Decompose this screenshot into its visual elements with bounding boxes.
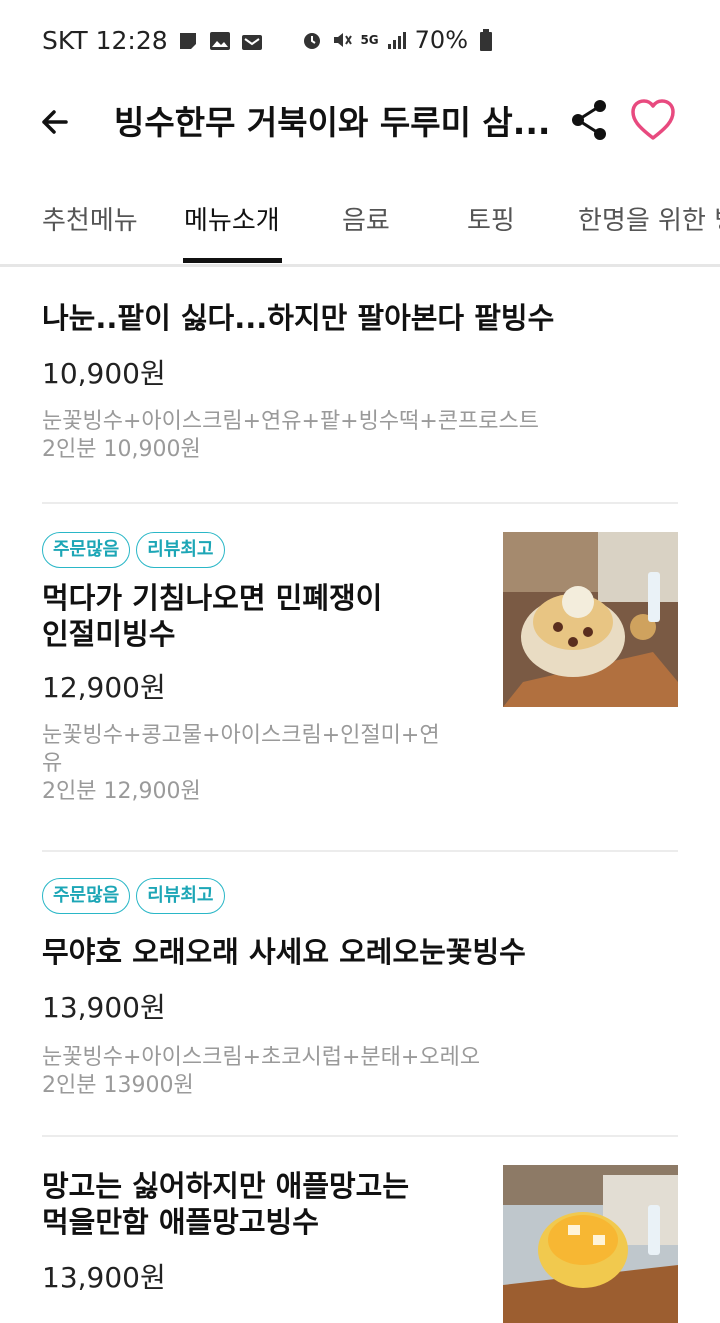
menu-item-price: 13,900원	[42, 991, 166, 1024]
tab-menu-intro[interactable]: 메뉴소개	[184, 200, 280, 237]
menu-item-serving: 2인분 10,900원	[42, 437, 201, 462]
tab-recommended[interactable]: 추천메뉴	[42, 200, 138, 237]
menu-item-oreo[interactable]: 주문많음 리뷰최고 무야호 오래오래 사세요 오레오눈꽃빙수 13,900원 눈…	[42, 878, 678, 1100]
page-title: 빙수한무 거북이와 두루미 삼...	[114, 103, 551, 142]
tab-single[interactable]: 한명을 위한 빙	[578, 200, 720, 237]
badge-group: 주문많음 리뷰최고	[42, 878, 678, 914]
menu-item-description: 눈꽃빙수+아이스크림+초코시럽+분태+오레오	[42, 1045, 481, 1070]
menu-item-description: 눈꽃빙수+아이스크림+연유+팥+빙수떡+콘프로스트	[42, 409, 539, 434]
menu-item-name: 무야호 오래오래 사세요 오레오눈꽃빙수	[42, 935, 526, 969]
menu-item-description: 눈꽃빙수+콩고물+아이스크림+인절미+연 유	[42, 723, 440, 776]
tab-toppings[interactable]: 토핑	[467, 200, 515, 237]
menu-item-red-bean[interactable]: 나눈..팥이 싫다...하지만 팔아본다 팥빙수 10,900원 눈꽃빙수+아이…	[42, 300, 678, 464]
active-tab-indicator	[183, 258, 282, 263]
signal-icon	[385, 28, 409, 52]
divider	[42, 1135, 678, 1137]
battery-level: 70%	[414, 26, 468, 54]
back-button[interactable]	[36, 100, 80, 144]
divider	[42, 502, 678, 504]
status-bar: SKT 12:28 5G 70%	[0, 0, 720, 84]
mail-icon	[240, 29, 264, 53]
badge-group: 주문많음 리뷰최고	[42, 532, 472, 568]
share-icon	[572, 100, 606, 140]
note-icon	[176, 29, 200, 53]
badge-best-review: 리뷰최고	[136, 878, 225, 914]
menu-item-name: 나눈..팥이 싫다...하지만 팔아본다 팥빙수	[42, 301, 555, 335]
battery-icon	[474, 28, 498, 52]
menu-item-injeolmi[interactable]: 주문많음 리뷰최고 먹다가 기침나오면 민폐쟁이 인절미빙수 12,900원 눈…	[42, 532, 472, 806]
tab-drinks[interactable]: 음료	[342, 200, 390, 237]
badge-popular: 주문많음	[42, 878, 131, 914]
heart-icon	[631, 99, 675, 140]
menu-item-serving: 2인분 12,900원	[42, 779, 201, 804]
menu-item-apple-mango[interactable]: 망고는 싫어하지만 애플망고는 먹을만함 애플망고빙수 13,900원	[42, 1168, 472, 1296]
mute-icon	[330, 28, 354, 52]
menu-item-photo-mango[interactable]	[503, 1165, 678, 1323]
alarm-icon	[300, 28, 324, 52]
injeolmi-bingsu-image	[503, 532, 678, 707]
divider	[42, 850, 678, 852]
carrier: SKT	[42, 26, 88, 55]
menu-item-price: 12,900원	[42, 671, 166, 704]
app-header: 빙수한무 거북이와 두루미 삼...	[0, 84, 720, 176]
menu-tab-bar: 추천메뉴 메뉴소개 음료 토핑 한명을 위한 빙	[0, 176, 720, 267]
badge-best-review: 리뷰최고	[136, 532, 225, 568]
menu-item-serving: 2인분 13900원	[42, 1073, 194, 1098]
gallery-icon	[208, 29, 232, 53]
menu-item-photo-injeolmi[interactable]	[503, 532, 678, 707]
menu-item-price: 10,900원	[42, 357, 166, 390]
menu-item-price: 13,900원	[42, 1261, 166, 1294]
share-button[interactable]	[570, 98, 610, 142]
arrow-left-icon	[42, 110, 68, 134]
mango-bingsu-image	[503, 1165, 678, 1323]
clock: 12:28	[95, 26, 168, 55]
menu-item-name: 망고는 싫어하지만 애플망고는 먹을만함 애플망고빙수	[42, 1169, 410, 1239]
network-type: 5G	[360, 33, 379, 47]
badge-popular: 주문많음	[42, 532, 131, 568]
menu-item-name: 먹다가 기침나오면 민폐쟁이 인절미빙수	[42, 581, 383, 651]
favorite-button[interactable]	[630, 98, 676, 142]
